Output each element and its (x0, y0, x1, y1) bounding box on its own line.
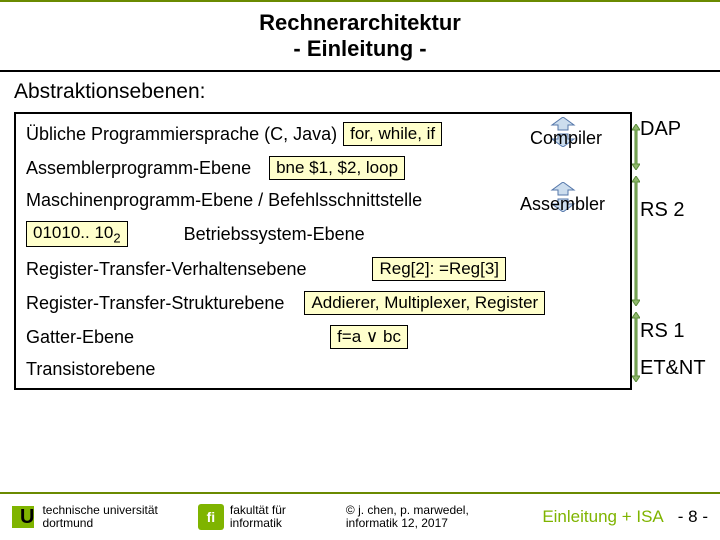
side-rs2: RS 2 (640, 199, 710, 222)
machine-label: Maschinenprogramm-Ebene / Befehlsschnitt… (26, 190, 422, 211)
rtl-structure-example: Addierer, Multiplexer, Register (304, 291, 545, 315)
rtl-behavior-label: Register-Transfer-Verhaltensebene (26, 259, 306, 280)
fi-logo: fi (198, 504, 224, 530)
row-transistor: Transistorebene (26, 359, 620, 380)
gate-label: Gatter-Ebene (26, 327, 134, 348)
compiler-label: Compiler (530, 128, 602, 149)
gate-example: f=a ∨ bc (330, 325, 408, 349)
os-label: Betriebssystem-Ebene (184, 224, 365, 245)
rtl-behavior-example: Reg[2]: =Reg[3] (372, 257, 506, 281)
levels-box: Übliche Programmiersprache (C, Java) for… (14, 112, 632, 390)
transistor-label: Transistorebene (26, 359, 155, 380)
hll-example: for, while, if (343, 122, 442, 146)
slide-title: Rechnerarchitektur - Einleitung - (0, 2, 720, 68)
row-gate: Gatter-Ebene f=a ∨ bc (26, 325, 620, 349)
title-line-1: Rechnerarchitektur (0, 10, 720, 36)
range-arrow-dap (632, 124, 640, 170)
row-os: 01010.. 102 Betriebssystem-Ebene (26, 221, 620, 247)
course-column: DAP RS 2 RS 1 ET&NT (640, 112, 710, 428)
breadcrumb: Einleitung + ISA (542, 507, 663, 527)
section-heading: Abstraktionsebenen: (14, 80, 706, 104)
rtl-structure-label: Register-Transfer-Strukturebene (26, 293, 284, 314)
faculty-name: fakultät fürinformatik (230, 504, 286, 530)
assembler-label: Assembler (520, 194, 605, 215)
row-rtl-structure: Register-Transfer-Strukturebene Addierer… (26, 291, 620, 315)
page-number: - 8 - (678, 507, 708, 527)
tu-logo: U (12, 506, 34, 529)
asm-example: bne $1, $2, loop (269, 156, 405, 180)
row-rtl-behavior: Register-Transfer-Verhaltensebene Reg[2]… (26, 257, 620, 281)
side-dap: DAP (640, 118, 710, 141)
copyright: © j. chen, p. marwedel,informatik 12, 20… (346, 504, 469, 530)
footer: U technische universitätdortmund fi faku… (0, 492, 720, 540)
range-arrow-rs1 (632, 312, 640, 382)
side-rs1: RS 1 (640, 320, 710, 343)
side-etnt: ET&NT (640, 357, 710, 380)
range-arrow-rs2 (632, 176, 640, 306)
row-asm: Assemblerprogramm-Ebene bne $1, $2, loop (26, 156, 620, 180)
university-name: technische universitätdortmund (42, 504, 157, 530)
hll-label: Übliche Programmiersprache (C, Java) (26, 124, 337, 145)
asm-label: Assemblerprogramm-Ebene (26, 158, 251, 179)
title-line-2: - Einleitung - (0, 36, 720, 62)
binary-example: 01010.. 102 (26, 221, 128, 247)
